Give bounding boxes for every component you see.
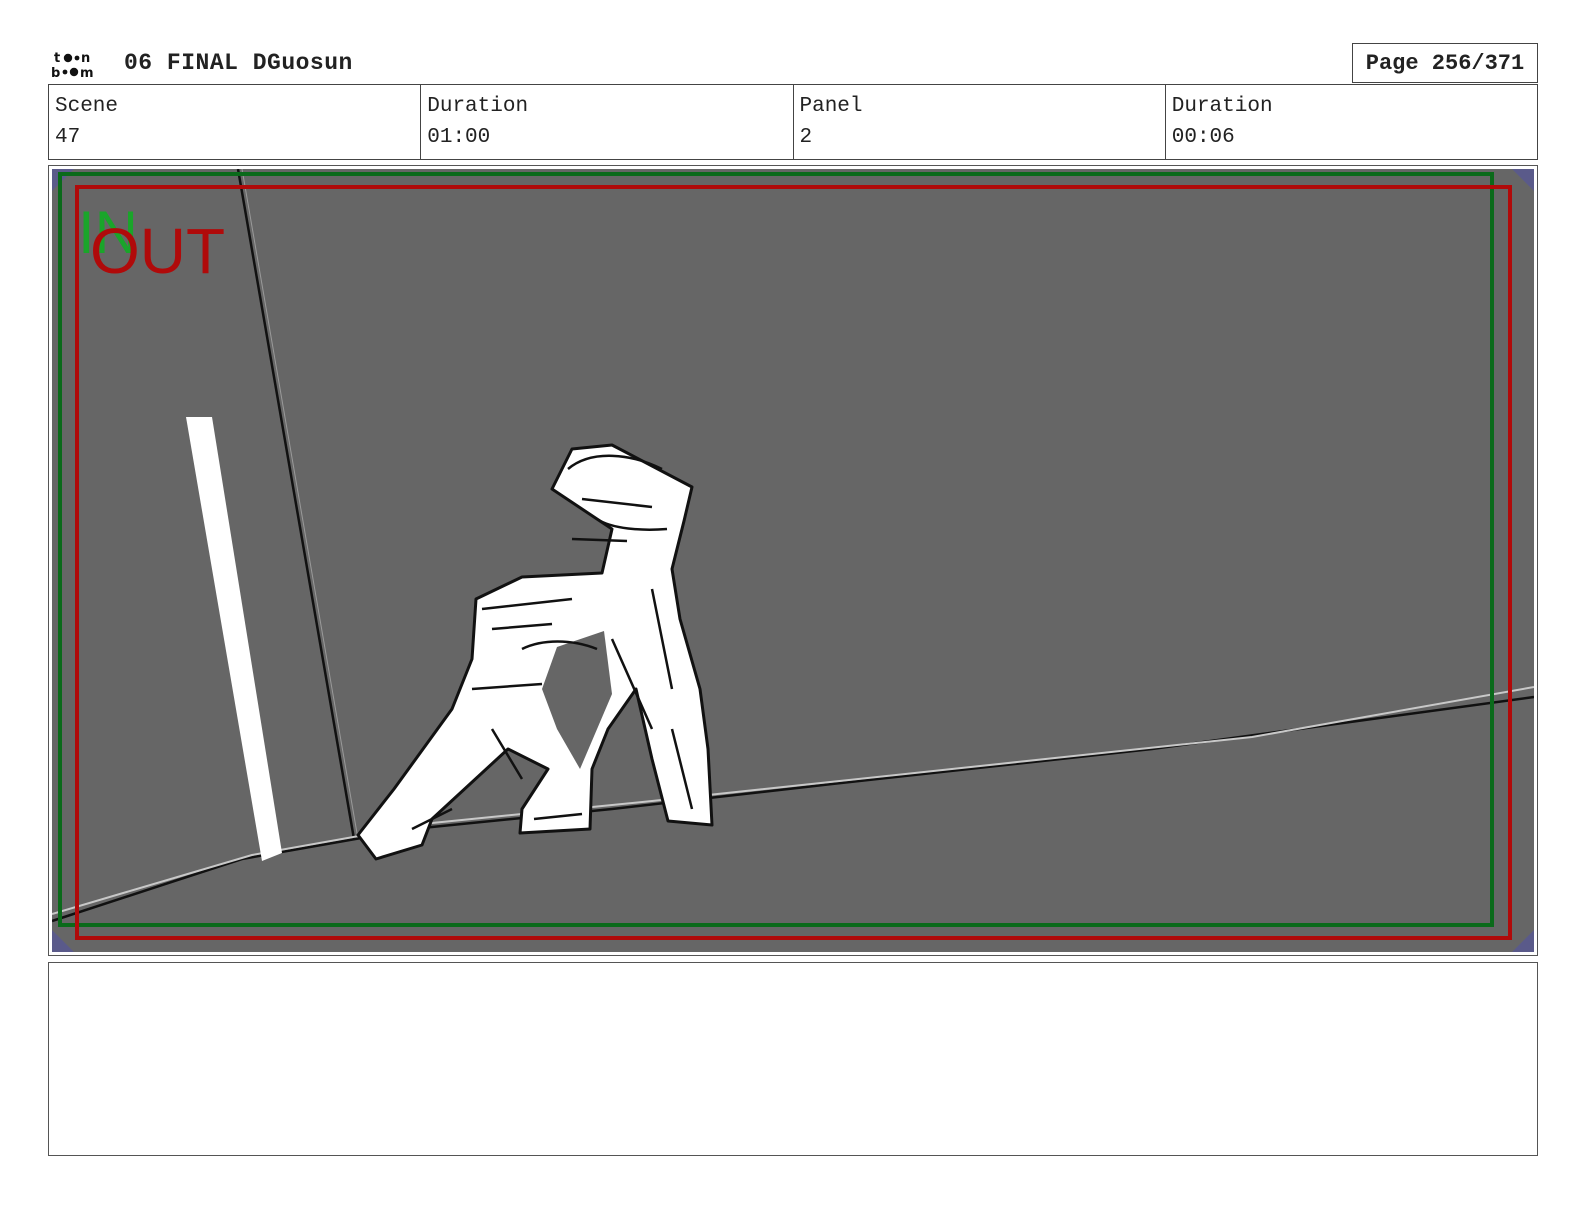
svg-text:t: t [54,51,60,66]
panel-drawing: IN OUT [52,169,1534,952]
panel-label: Panel [799,95,863,118]
scene-duration-label: Duration [427,95,529,118]
panel-duration-label: Duration [1171,95,1273,118]
scene-value: 47 [55,126,81,149]
scene-label: Scene [55,95,119,118]
panel-duration-value: 00:06 [1171,126,1235,149]
document-title: 06 FINAL DGuosun [124,50,353,76]
scene-cell: Scene 47 [49,85,422,159]
svg-text:b: b [51,66,60,80]
svg-text:m: m [80,66,94,80]
scene-duration-value: 01:00 [427,126,491,149]
page-indicator: Page 256/371 [1352,43,1538,83]
scene-duration-cell: Duration 01:00 [421,85,794,159]
panel-duration-cell: Duration 00:06 [1166,85,1537,159]
panel-cell: Panel 2 [794,85,1166,159]
panel-notes-box [48,962,1538,1156]
svg-text:n: n [81,51,90,66]
page-number-label: Page 256/371 [1365,50,1525,76]
panel-value: 2 [799,126,813,149]
out-marker: OUT [90,215,225,287]
storyboard-panel: IN OUT [48,165,1538,956]
scene-info-table: Scene 47 Duration 01:00 Panel 2 Duration… [48,84,1538,160]
toon-boom-logo: t n b m [51,51,94,80]
